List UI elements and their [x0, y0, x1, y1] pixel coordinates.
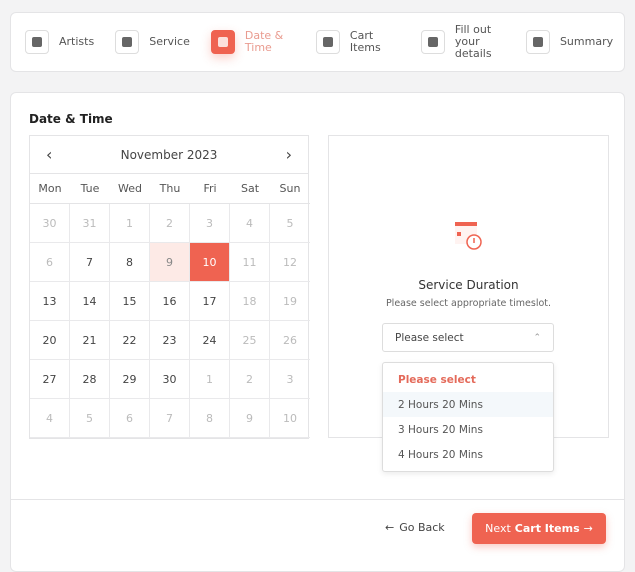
step-label: Artists: [59, 35, 95, 48]
calendar-day: 5: [70, 399, 110, 438]
calendar-day: 7: [150, 399, 190, 438]
calendar-day: 25: [230, 321, 270, 360]
calendar-day: 5: [270, 204, 310, 243]
cart-icon: [315, 30, 340, 54]
duration-select[interactable]: Please select ⌃: [382, 323, 554, 352]
duration-title: Service Duration: [418, 278, 519, 292]
main-card: Date & Time ‹ November 2023 › Mon Tue Wed T…: [10, 92, 625, 572]
calendar-day: 6: [30, 243, 70, 282]
step-service[interactable]: Service: [115, 30, 190, 54]
calendar-day: 3: [270, 360, 310, 399]
calendar-day: 2: [150, 204, 190, 243]
prev-month-button[interactable]: ‹: [46, 145, 52, 164]
step-label: Summary: [559, 35, 614, 48]
server-icon: [115, 30, 140, 54]
calendar-day: 11: [230, 243, 270, 282]
month-label: November 2023: [120, 147, 218, 162]
calendar-day: 19: [270, 282, 310, 321]
calendar-day[interactable]: 23: [150, 321, 190, 360]
calendar-day: 4: [230, 204, 270, 243]
calendar-day[interactable]: 22: [110, 321, 150, 360]
calendar-day[interactable]: 20: [30, 321, 70, 360]
calendar-day: 4: [30, 399, 70, 438]
step-fill-out-your-details[interactable]: Fill out your details: [420, 23, 505, 60]
step-navigation: Artists Service Date & Time Cart Items Fill …: [10, 12, 625, 72]
step-label: Cart Items: [349, 29, 381, 54]
section-title: Date & Time: [29, 112, 113, 126]
calendar-day: 12: [270, 243, 310, 282]
calendar-day: 8: [190, 399, 230, 438]
arrow-left-icon: ←: [385, 521, 395, 534]
chevron-up-icon: ⌃: [533, 332, 541, 343]
step-label: Fill out your details: [454, 23, 492, 60]
calendar-day: 26: [270, 321, 310, 360]
duration-option[interactable]: 3 Hours 20 Mins: [383, 417, 553, 442]
calendar-day[interactable]: 24: [190, 321, 230, 360]
calendar-day: 30: [30, 204, 70, 243]
select-value: Please select: [395, 331, 464, 344]
calendar-day[interactable]: 30: [150, 360, 190, 399]
calendar-day: 3: [190, 204, 230, 243]
calendar-day: 1: [110, 204, 150, 243]
calendar-day[interactable]: 14: [70, 282, 110, 321]
weekday-header: Mon: [30, 174, 70, 204]
clipboard-check-icon: [525, 30, 550, 54]
step-cart-items[interactable]: Cart Items: [315, 29, 400, 54]
calendar-day[interactable]: 13: [30, 282, 70, 321]
next-prefix: Next: [485, 522, 511, 535]
form-icon: [420, 30, 445, 54]
step-summary[interactable]: Summary: [525, 30, 614, 54]
calendar-day: 10: [270, 399, 310, 438]
duration-subtitle: Please select appropriate timeslot.: [385, 298, 552, 309]
go-back-label: Go Back: [399, 521, 445, 534]
duration-option[interactable]: Please select: [383, 367, 553, 392]
next-target: Cart Items: [514, 522, 580, 535]
weekday-header: Thu: [150, 174, 190, 204]
calendar-day[interactable]: 15: [110, 282, 150, 321]
calendar-day: 2: [230, 360, 270, 399]
calendar-day: 9: [230, 399, 270, 438]
calendar-day[interactable]: 27: [30, 360, 70, 399]
calendar-icon: [210, 30, 235, 54]
footer-divider: [11, 499, 624, 500]
step-label: Date & Time: [244, 29, 284, 54]
calendar-day[interactable]: 17: [190, 282, 230, 321]
calendar: ‹ November 2023 › Mon Tue Wed Thu Fri Sat Sun …: [29, 135, 310, 439]
calendar-day[interactable]: 16: [150, 282, 190, 321]
weekday-header: Wed: [110, 174, 150, 204]
duration-option[interactable]: 4 Hours 20 Mins: [383, 442, 553, 467]
calendar-day[interactable]: 21: [70, 321, 110, 360]
duration-options: Please select 2 Hours 20 Mins 3 Hours 20 M…: [382, 362, 554, 472]
calendar-day: 18: [230, 282, 270, 321]
arrow-right-icon: →: [583, 522, 593, 535]
weekday-header: Tue: [70, 174, 110, 204]
go-back-button[interactable]: ← Go Back: [385, 521, 445, 534]
duration-option[interactable]: 2 Hours 20 Mins: [383, 392, 553, 417]
next-button[interactable]: Next Cart Items →: [472, 513, 606, 544]
users-icon: [25, 30, 49, 54]
next-month-button[interactable]: ›: [286, 145, 292, 164]
weekday-header: Fri: [190, 174, 230, 204]
calendar-day: 31: [70, 204, 110, 243]
step-date-time[interactable]: Date & Time: [210, 29, 295, 54]
calendar-day[interactable]: 9: [150, 243, 190, 282]
calendar-day[interactable]: 29: [110, 360, 150, 399]
weekday-header: Sat: [230, 174, 270, 204]
calendar-clock-icon: [455, 222, 482, 250]
weekday-header: Sun: [270, 174, 310, 204]
calendar-day[interactable]: 28: [70, 360, 110, 399]
calendar-day[interactable]: 10: [190, 243, 230, 282]
calendar-day[interactable]: 7: [70, 243, 110, 282]
calendar-day: 6: [110, 399, 150, 438]
calendar-day[interactable]: 8: [110, 243, 150, 282]
step-label: Service: [149, 35, 190, 48]
calendar-day: 1: [190, 360, 230, 399]
step-artists[interactable]: Artists: [25, 30, 94, 54]
